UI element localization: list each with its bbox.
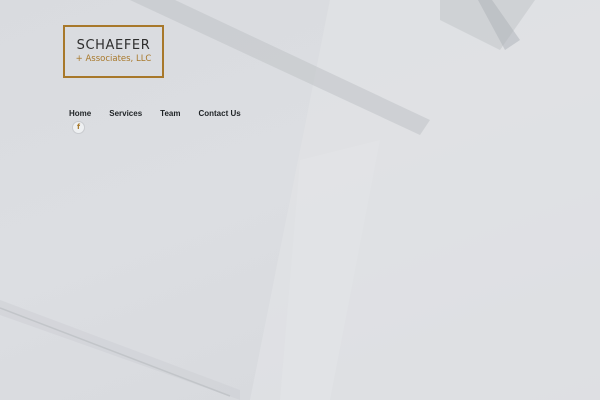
logo-name: SCHAEFER (76, 38, 151, 53)
facebook-glyph: f (76, 123, 81, 131)
company-logo[interactable]: SCHAEFER + Associates, LLC (63, 25, 164, 78)
logo-subtitle: + Associates, LLC (75, 54, 152, 64)
nav-item-contact-us[interactable]: Contact Us (198, 109, 240, 119)
nav-item-home[interactable]: Home (69, 109, 91, 119)
facebook-icon[interactable]: f (73, 122, 84, 133)
main-nav: Home Services Team Contact Us (69, 109, 241, 119)
nav-item-services[interactable]: Services (109, 109, 142, 119)
nav-item-team[interactable]: Team (160, 109, 180, 119)
